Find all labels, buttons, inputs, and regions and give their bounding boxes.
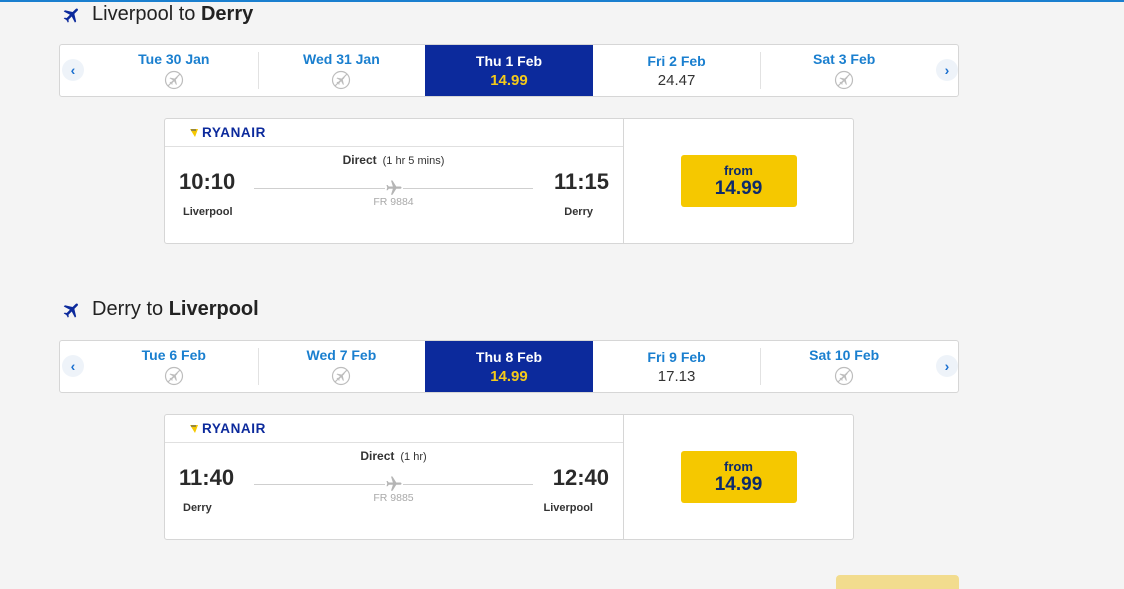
return-title: Derry to Liverpool bbox=[62, 298, 259, 321]
chevron-left-icon[interactable]: ‹ bbox=[62, 59, 84, 81]
route-info: Direct (1 hr) FR 9885 bbox=[254, 449, 533, 504]
chevron-left-icon[interactable]: ‹ bbox=[62, 355, 84, 377]
no-flights-icon bbox=[332, 70, 351, 90]
plane-icon bbox=[63, 7, 78, 23]
date-label: Fri 2 Feb bbox=[647, 52, 706, 69]
date-label: Tue 6 Feb bbox=[141, 347, 206, 363]
departure-time: 11:40 bbox=[179, 465, 235, 490]
arrival-time: 11:15 bbox=[553, 169, 609, 194]
date-price: 14.99 bbox=[490, 367, 528, 385]
route-line bbox=[254, 475, 533, 493]
return-date-wed-7-feb[interactable]: Wed 7 Feb bbox=[257, 341, 426, 392]
plane-icon bbox=[384, 475, 403, 493]
no-flights-icon bbox=[164, 366, 183, 386]
date-label: Sat 10 Feb bbox=[809, 347, 880, 363]
outbound-date-wed-31-jan[interactable]: Wed 31 Jan bbox=[257, 45, 426, 96]
outbound-date-tue-30-jan[interactable]: Tue 30 Jan bbox=[90, 45, 258, 96]
date-price: 24.47 bbox=[657, 71, 696, 89]
price-amount: 14.99 bbox=[714, 473, 763, 495]
departure-time: 10:10 bbox=[179, 169, 236, 194]
flight-info: RYANAIR 10:10 11:15 Liverpool Derry Dire… bbox=[165, 119, 624, 243]
ryanair-harp-icon bbox=[190, 424, 198, 433]
flight-number: FR 9885 bbox=[373, 492, 414, 504]
route-line bbox=[254, 179, 533, 197]
outbound-date-thu-1-feb[interactable]: Thu 1 Feb 14.99 bbox=[425, 45, 593, 96]
return-date-tue-6-feb[interactable]: Tue 6 Feb bbox=[90, 341, 258, 392]
route-type: Direct bbox=[360, 449, 395, 463]
date-label: Sat 3 Feb bbox=[813, 51, 876, 67]
ryanair-harp-icon bbox=[190, 128, 198, 137]
return-date-sat-10-feb[interactable]: Sat 10 Feb bbox=[760, 341, 928, 392]
no-flights-icon bbox=[164, 70, 183, 90]
airline-bar: RYANAIR bbox=[165, 415, 623, 443]
no-flights-icon bbox=[835, 70, 854, 90]
price-amount: 14.99 bbox=[714, 177, 763, 199]
outbound-date-fri-2-feb[interactable]: Fri 2 Feb 24.47 bbox=[593, 45, 761, 96]
departure-city: Derry bbox=[183, 502, 212, 514]
airline-name: RYANAIR bbox=[202, 421, 266, 436]
outbound-flight-card[interactable]: RYANAIR 10:10 11:15 Liverpool Derry Dire… bbox=[164, 118, 854, 244]
price-prefix: from bbox=[724, 458, 753, 474]
return-origin: Derry to bbox=[92, 298, 169, 320]
chevron-right-icon[interactable]: › bbox=[936, 355, 958, 377]
date-price: 14.99 bbox=[490, 71, 528, 89]
select-price-button[interactable]: from 14.99 bbox=[680, 451, 797, 503]
arrival-city: Liverpool bbox=[543, 502, 593, 514]
date-label: Tue 30 Jan bbox=[138, 51, 210, 67]
price-area: from 14.99 bbox=[624, 119, 853, 243]
outbound-title: Liverpool to Derry bbox=[62, 3, 253, 26]
plane-icon bbox=[384, 179, 403, 197]
route-info: Direct (1 hr 5 mins) FR 9884 bbox=[254, 153, 533, 208]
date-label: Thu 8 Feb bbox=[475, 348, 543, 365]
date-label: Thu 1 Feb bbox=[475, 52, 543, 69]
date-price: 17.13 bbox=[657, 367, 696, 385]
outbound-destination: Derry bbox=[200, 3, 254, 25]
outbound-date-strip: ‹ Tue 30 Jan Wed 31 Jan Thu 1 Feb 14.99 … bbox=[59, 44, 959, 97]
continue-button[interactable] bbox=[836, 575, 959, 589]
date-label: Wed 31 Jan bbox=[303, 51, 380, 67]
plane-icon bbox=[63, 302, 78, 318]
flight-duration: (1 hr 5 mins) bbox=[382, 155, 445, 167]
price-area: from 14.99 bbox=[624, 415, 853, 539]
return-date-fri-9-feb[interactable]: Fri 9 Feb 17.13 bbox=[593, 341, 761, 392]
chevron-right-icon[interactable]: › bbox=[936, 59, 958, 81]
arrival-city: Derry bbox=[564, 206, 593, 218]
select-price-button[interactable]: from 14.99 bbox=[680, 155, 797, 207]
flight-info: RYANAIR 11:40 12:40 Derry Liverpool Dire… bbox=[165, 415, 624, 539]
date-label: Wed 7 Feb bbox=[306, 347, 377, 363]
airline-name: RYANAIR bbox=[202, 125, 266, 140]
arrival-time: 12:40 bbox=[552, 465, 609, 490]
return-date-thu-8-feb[interactable]: Thu 8 Feb 14.99 bbox=[425, 341, 593, 392]
flight-number: FR 9884 bbox=[373, 196, 414, 208]
top-border bbox=[0, 0, 1124, 2]
return-destination: Liverpool bbox=[168, 298, 259, 320]
airline-bar: RYANAIR bbox=[165, 119, 623, 147]
outbound-date-sat-3-feb[interactable]: Sat 3 Feb bbox=[760, 45, 928, 96]
date-label: Fri 9 Feb bbox=[647, 348, 706, 365]
return-date-strip: ‹ Tue 6 Feb Wed 7 Feb Thu 8 Feb 14.99 Fr… bbox=[59, 340, 959, 393]
return-flight-card[interactable]: RYANAIR 11:40 12:40 Derry Liverpool Dire… bbox=[164, 414, 854, 540]
price-prefix: from bbox=[724, 162, 753, 178]
flight-duration: (1 hr) bbox=[400, 451, 427, 463]
no-flights-icon bbox=[835, 366, 854, 386]
no-flights-icon bbox=[332, 366, 351, 386]
departure-city: Liverpool bbox=[183, 206, 233, 218]
outbound-origin: Liverpool to bbox=[92, 3, 201, 25]
route-type: Direct bbox=[342, 153, 377, 167]
